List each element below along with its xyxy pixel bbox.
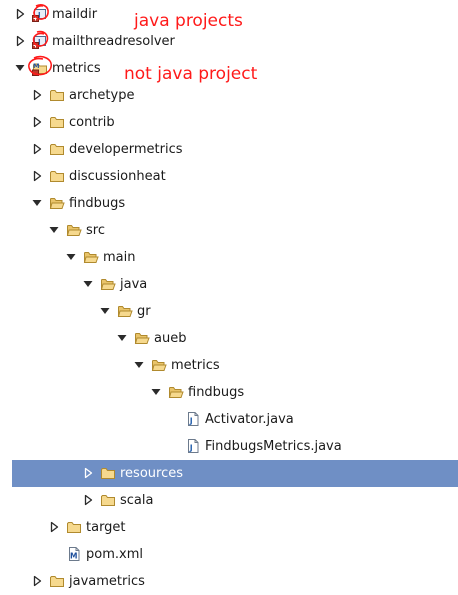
- folder-open-icon: [83, 249, 99, 265]
- tree-item-label: metrics: [52, 61, 101, 76]
- collapsed-arrow-icon[interactable]: [31, 170, 43, 182]
- tree-item-java[interactable]: java: [0, 271, 458, 298]
- expanded-arrow-icon[interactable]: [99, 305, 111, 317]
- tree-item-javametrics[interactable]: javametrics: [0, 568, 458, 595]
- expanded-arrow-icon[interactable]: [82, 278, 94, 290]
- tree-item-mailthreadresolver[interactable]: Jmailthreadresolver: [0, 28, 458, 55]
- annotation-java-projects: java projects: [134, 11, 243, 31]
- tree-item-main[interactable]: main: [0, 244, 458, 271]
- folder-icon: [49, 168, 65, 184]
- svg-text:J: J: [189, 417, 193, 426]
- collapsed-arrow-icon[interactable]: [82, 467, 94, 479]
- folder-icon: [66, 519, 82, 535]
- folder-open-icon: [117, 303, 133, 319]
- tree-item-label: aueb: [154, 331, 187, 346]
- tree-item-findbugs[interactable]: findbugs: [0, 190, 458, 217]
- tree-item-label: gr: [137, 304, 151, 319]
- expanded-arrow-icon[interactable]: [48, 224, 60, 236]
- collapsed-arrow-icon[interactable]: [31, 89, 43, 101]
- tree-item-label: maildir: [52, 7, 98, 22]
- folder-icon: [100, 465, 116, 481]
- tree-item-activator-java[interactable]: J Activator.java: [0, 406, 458, 433]
- annotation-not-java-project: not java project: [124, 64, 258, 84]
- tree-item-label: mailthreadresolver: [52, 34, 175, 49]
- expanded-arrow-icon[interactable]: [31, 197, 43, 209]
- folder-open-icon: [66, 222, 82, 238]
- tree-item-gr[interactable]: gr: [0, 298, 458, 325]
- collapsed-arrow-icon[interactable]: [48, 521, 60, 533]
- tree-item-label: FindbugsMetrics.java: [205, 439, 342, 454]
- tree-item-resources[interactable]: resources: [0, 460, 458, 487]
- tree-item-findbugsmetrics-java[interactable]: J FindbugsMetrics.java: [0, 433, 458, 460]
- java-file-icon: J: [185, 438, 201, 454]
- expanded-arrow-icon[interactable]: [14, 62, 26, 74]
- folder-open-icon: [168, 384, 184, 400]
- tree-item-label: java: [120, 277, 148, 292]
- project-explorer-tree: Jmaildir Jmailthreadresolver Mmetrics arche…: [0, 0, 458, 595]
- maven-project-icon: M: [32, 60, 48, 76]
- collapsed-arrow-icon[interactable]: [31, 575, 43, 587]
- collapsed-arrow-icon[interactable]: [14, 8, 26, 20]
- tree-item-label: resources: [120, 466, 184, 481]
- folder-open-icon: [49, 195, 65, 211]
- expanded-arrow-icon[interactable]: [150, 386, 162, 398]
- tree-item-contrib[interactable]: contrib: [0, 109, 458, 136]
- folder-open-icon: [100, 276, 116, 292]
- tree-item-label: developermetrics: [69, 142, 183, 157]
- tree-item-label: discussionheat: [69, 169, 166, 184]
- tree-item-src[interactable]: src: [0, 217, 458, 244]
- tree-item-label: src: [86, 223, 105, 238]
- folder-icon: [100, 492, 116, 508]
- tree-item-label: archetype: [69, 88, 135, 103]
- expanded-arrow-icon[interactable]: [65, 251, 77, 263]
- svg-text:M: M: [70, 552, 77, 561]
- svg-text:J: J: [189, 444, 193, 453]
- tree-item-label: target: [86, 520, 126, 535]
- tree-item-scala[interactable]: scala: [0, 487, 458, 514]
- tree-item-discussionheat[interactable]: discussionheat: [0, 163, 458, 190]
- java-project-icon: J: [32, 33, 48, 49]
- tree-item-label: scala: [120, 493, 154, 508]
- folder-open-icon: [151, 357, 167, 373]
- tree-item-developermetrics[interactable]: developermetrics: [0, 136, 458, 163]
- tree-item-label: main: [103, 250, 136, 265]
- tree-item-metrics[interactable]: metrics: [0, 352, 458, 379]
- tree-item-label: javametrics: [69, 574, 145, 589]
- tree-item-label: findbugs: [69, 196, 126, 211]
- maven-pom-icon: M: [66, 546, 82, 562]
- tree-item-aueb[interactable]: aueb: [0, 325, 458, 352]
- tree-item-label: pom.xml: [86, 547, 143, 562]
- collapsed-arrow-icon[interactable]: [82, 494, 94, 506]
- tree-item-label: findbugs: [188, 385, 245, 400]
- tree-item-label: metrics: [171, 358, 220, 373]
- tree-item-label: contrib: [69, 115, 115, 130]
- tree-item-pom-xml[interactable]: Mpom.xml: [0, 541, 458, 568]
- folder-icon: [49, 141, 65, 157]
- folder-icon: [49, 87, 65, 103]
- svg-text:M: M: [33, 62, 39, 70]
- tree-item-target[interactable]: target: [0, 514, 458, 541]
- tree-item-label: Activator.java: [205, 412, 294, 427]
- expanded-arrow-icon[interactable]: [116, 332, 128, 344]
- tree-item-archetype[interactable]: archetype: [0, 82, 458, 109]
- selection-highlight: [12, 460, 458, 487]
- java-project-icon: J: [32, 6, 48, 22]
- collapsed-arrow-icon[interactable]: [14, 35, 26, 47]
- folder-icon: [49, 573, 65, 589]
- java-file-icon: J: [185, 411, 201, 427]
- expanded-arrow-icon[interactable]: [133, 359, 145, 371]
- folder-open-icon: [134, 330, 150, 346]
- tree-item-findbugs[interactable]: findbugs: [0, 379, 458, 406]
- collapsed-arrow-icon[interactable]: [31, 143, 43, 155]
- collapsed-arrow-icon[interactable]: [31, 116, 43, 128]
- folder-icon: [49, 114, 65, 130]
